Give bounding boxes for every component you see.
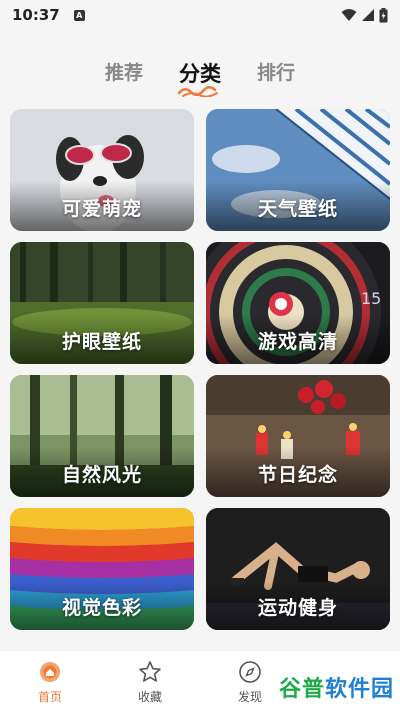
watermark-part2: 软件园 xyxy=(324,677,394,702)
category-card-eye-care[interactable]: 护眼壁纸 xyxy=(10,242,194,364)
compass-icon xyxy=(239,661,261,683)
category-label: 自然风光 xyxy=(61,464,142,486)
category-grid: 可爱萌宠 天气壁纸 护眼壁纸 15 游戏高清 自然风光 节日纪念 视觉色彩 运动… xyxy=(10,109,390,630)
nav-label: 收藏 xyxy=(137,690,162,704)
battery-icon xyxy=(379,7,388,22)
tab-label: 分类 xyxy=(179,62,221,86)
wifi-icon xyxy=(341,9,357,21)
category-label: 天气壁纸 xyxy=(257,198,338,220)
category-card-festival[interactable]: 节日纪念 xyxy=(206,375,390,497)
watermark: 谷普 软件园 xyxy=(279,672,394,702)
category-card-sports[interactable]: 运动健身 xyxy=(206,508,390,630)
home-icon xyxy=(40,662,60,682)
tab-category[interactable]: 分类 xyxy=(177,58,221,97)
category-label: 运动健身 xyxy=(257,597,338,619)
category-label: 可爱萌宠 xyxy=(61,198,142,220)
nav-home[interactable]: 首页 xyxy=(0,651,100,712)
signal-icon xyxy=(362,9,374,21)
svg-text:15: 15 xyxy=(361,289,381,308)
nav-label: 发现 xyxy=(237,690,262,704)
category-tabs: 推荐 分类 排行 xyxy=(0,58,400,98)
category-card-weather[interactable]: 天气壁纸 xyxy=(206,109,390,231)
nav-favorites[interactable]: 收藏 xyxy=(100,651,200,712)
category-label: 节日纪念 xyxy=(257,464,338,486)
category-label: 护眼壁纸 xyxy=(61,331,142,353)
tab-label: 排行 xyxy=(257,62,296,84)
notification-icon: A xyxy=(73,9,85,21)
category-card-nature[interactable]: 自然风光 xyxy=(10,375,194,497)
star-icon xyxy=(139,661,161,682)
tab-label: 推荐 xyxy=(104,62,143,84)
status-time: 10:37 xyxy=(12,6,60,24)
status-icons xyxy=(341,7,388,23)
watermark-part1: 谷普 xyxy=(278,677,325,702)
active-tab-indicator xyxy=(177,86,218,97)
tab-ranking[interactable]: 排行 xyxy=(257,58,295,85)
tab-recommend[interactable]: 推荐 xyxy=(105,58,143,85)
category-card-pets[interactable]: 可爱萌宠 xyxy=(10,109,194,231)
status-bar: 10:37 A xyxy=(0,0,400,30)
category-label: 视觉色彩 xyxy=(61,597,142,619)
category-card-games[interactable]: 15 游戏高清 xyxy=(206,242,390,364)
category-label: 游戏高清 xyxy=(257,331,338,353)
nav-label: 首页 xyxy=(37,690,62,704)
category-card-colors[interactable]: 视觉色彩 xyxy=(10,508,194,630)
